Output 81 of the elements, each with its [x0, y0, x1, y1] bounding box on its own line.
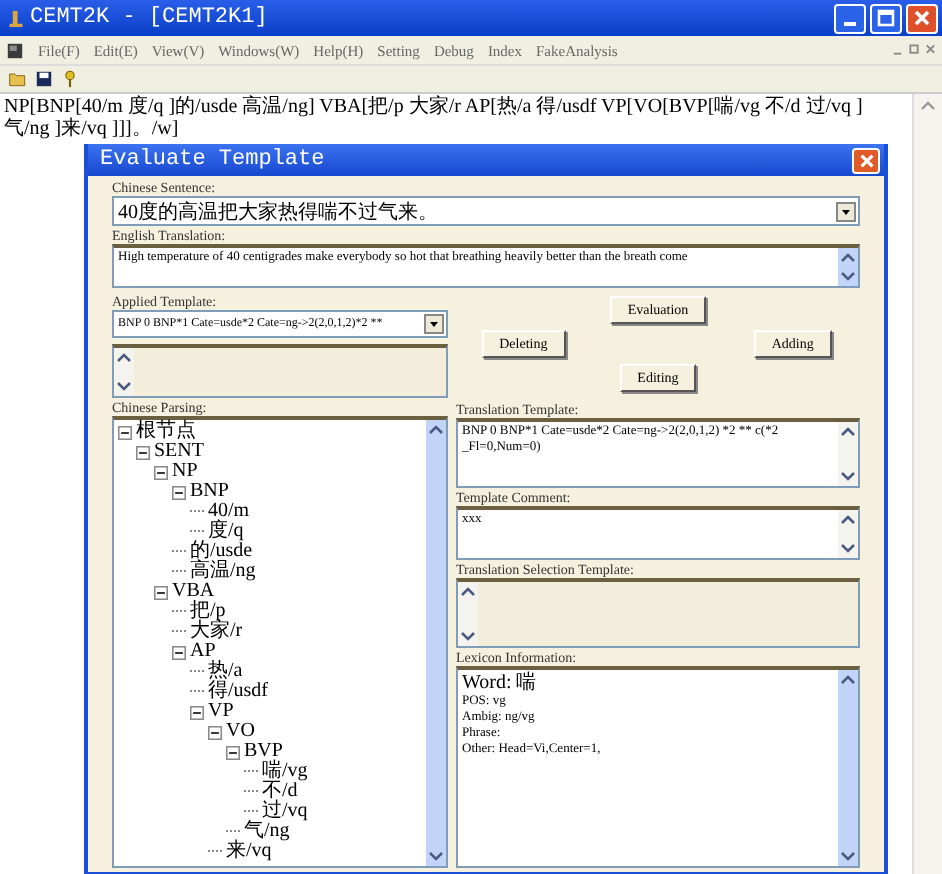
collapse-icon[interactable]	[172, 485, 186, 499]
tree-item[interactable]: SENT	[154, 442, 204, 462]
close-button[interactable]	[852, 147, 880, 173]
scroll-down-icon[interactable]	[840, 848, 856, 864]
minimize-icon	[844, 22, 856, 26]
tree-item[interactable]: 度/q	[208, 522, 244, 542]
tree-item[interactable]: 大家/r	[190, 622, 243, 642]
app-icon	[8, 7, 24, 29]
tree-item[interactable]: 根节点	[136, 422, 196, 442]
text-area[interactable]	[456, 578, 860, 648]
scrollbar[interactable]	[838, 248, 858, 286]
tree-item[interactable]: 来/vq	[226, 842, 272, 862]
dropdown-value: 40度的高温把大家热得喘不过气来。	[116, 199, 440, 225]
scroll-up-icon[interactable]	[840, 250, 856, 266]
collapse-icon[interactable]	[172, 645, 186, 659]
tree-item[interactable]: 气/ng	[244, 822, 290, 842]
lexicon-line: Word: 喘	[462, 672, 539, 694]
folder-icon	[8, 70, 28, 88]
scroll-up-icon[interactable]	[840, 512, 856, 528]
scrollbar[interactable]	[458, 582, 478, 646]
scrollbar[interactable]	[114, 348, 134, 396]
dropdown-icon[interactable]	[424, 314, 444, 334]
collapse-icon[interactable]	[118, 425, 132, 439]
tree-item[interactable]: VBA	[172, 582, 215, 602]
tree-item[interactable]: AP	[190, 642, 216, 662]
scroll-down-icon[interactable]	[840, 540, 856, 556]
collapse-icon[interactable]	[154, 585, 168, 599]
text-area[interactable]	[112, 344, 448, 398]
tree-item[interactable]: BNP	[190, 482, 229, 502]
scroll-down-icon[interactable]	[840, 468, 856, 484]
document-icon	[6, 41, 24, 59]
tree-item[interactable]: 喘/vg	[262, 762, 308, 782]
pin-icon	[60, 70, 80, 88]
collapse-icon[interactable]	[190, 705, 204, 719]
close-button[interactable]	[906, 3, 938, 33]
dropdown-icon[interactable]	[836, 201, 856, 221]
scrollbar[interactable]	[838, 422, 858, 486]
collapse-icon[interactable]	[226, 745, 240, 759]
collapse-icon[interactable]	[154, 465, 168, 479]
tree-item[interactable]: NP	[172, 462, 198, 482]
tree-item[interactable]: BVP	[244, 742, 283, 762]
scroll-down-icon[interactable]	[116, 378, 132, 394]
parse-result: NP[BNP[40/m 度/q ]的/usde 高温/ng] VBA[把/p 大家/r AP[热/a 得/usdf VP[VO[BVP[喘/vg 不/d 过/vq ]气/ng ]来/vq ]]]。/w]	[2, 94, 865, 142]
dialog-title: Evaluate Template	[100, 148, 325, 172]
scroll-down-icon[interactable]	[840, 268, 856, 284]
tree-item[interactable]: 把/p	[190, 602, 226, 622]
tree-item[interactable]: 高温/ng	[190, 562, 256, 582]
tree-item[interactable]: 不/d	[262, 782, 298, 802]
scrollbar[interactable]	[912, 94, 942, 874]
tree-item[interactable]: VO	[226, 722, 255, 742]
scroll-down-icon[interactable]	[460, 628, 476, 644]
maximize-button[interactable]	[870, 3, 902, 33]
save-icon	[34, 70, 54, 88]
minimize-button[interactable]	[834, 3, 866, 33]
scroll-up-icon[interactable]	[840, 672, 856, 688]
tree-item[interactable]: 热/a	[208, 662, 243, 682]
scrollbar[interactable]	[426, 420, 446, 866]
scroll-down-icon[interactable]	[428, 848, 444, 864]
tree-item[interactable]: 的/usde	[190, 542, 253, 562]
scrollbar[interactable]	[838, 510, 858, 558]
window-title: CEMT2K - [CEMT2K1]	[30, 6, 270, 30]
tree-item[interactable]: 得/usdf	[208, 682, 268, 702]
sentence-dropdown[interactable]: 40度的高温把大家热得喘不过气来。	[112, 196, 860, 226]
scroll-up-icon[interactable]	[920, 98, 936, 114]
tree-item[interactable]: VP	[208, 702, 234, 722]
open-button[interactable]	[6, 68, 30, 90]
close-icon	[857, 151, 875, 169]
scroll-up-icon[interactable]	[116, 350, 132, 366]
window-controls-icon[interactable]	[892, 42, 936, 58]
scroll-up-icon[interactable]	[428, 422, 444, 438]
collapse-icon[interactable]	[136, 445, 150, 459]
scroll-up-icon[interactable]	[840, 424, 856, 440]
maximize-icon	[876, 8, 896, 28]
scrollbar[interactable]	[838, 670, 858, 866]
collapse-icon[interactable]	[208, 725, 222, 739]
save-button[interactable]	[32, 68, 56, 90]
parse-tree[interactable]: 根节点 SENT NP BNP 40/m 度/q 的/usde 高温/ng VBA 把/p 大家/r AP 热/a 得/usdf VP VO BVP 喘/vg 不/d 过/vq 气/ng 来/vq	[112, 416, 448, 868]
scroll-up-icon[interactable]	[460, 584, 476, 600]
tree-item[interactable]: 过/vq	[262, 802, 308, 822]
tree-item[interactable]: 40/m	[208, 502, 250, 522]
close-icon	[912, 8, 932, 28]
